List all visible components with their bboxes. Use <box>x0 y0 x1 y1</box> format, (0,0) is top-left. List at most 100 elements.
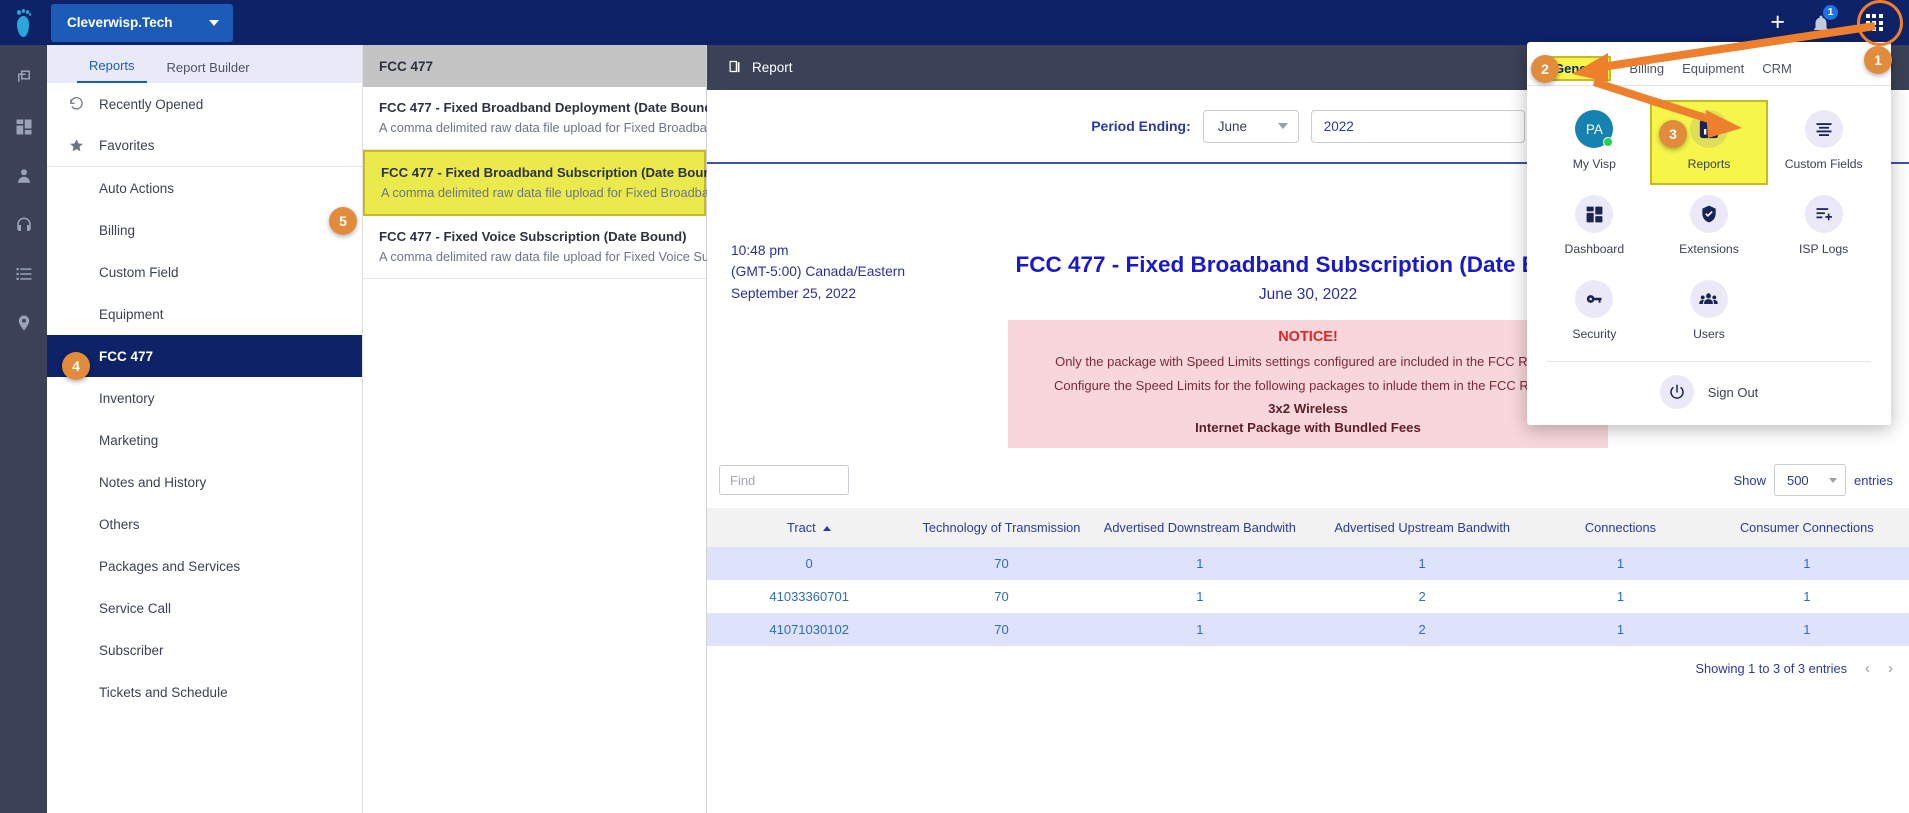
cell-consumer-connections: 1 <box>1803 622 1811 638</box>
align-lines-icon <box>1804 110 1843 148</box>
report-description: A comma delimited raw data file upload f… <box>379 120 793 135</box>
table-row[interactable]: 41033360701 70 1 2 1 1 <box>707 580 1909 613</box>
table-footer: Showing 1 to 3 of 3 entries ‹ › <box>707 646 1909 677</box>
add-new-button[interactable]: + <box>1770 10 1785 35</box>
headset-icon[interactable] <box>13 214 35 236</box>
sidebar-item-service-call[interactable]: Service Call <box>47 587 362 629</box>
sidebar-item-others[interactable]: Others <box>47 503 362 545</box>
sidebar-item-inventory[interactable]: Inventory <box>47 377 362 419</box>
app-grid-button[interactable] <box>1861 10 1887 36</box>
app-my-visp[interactable]: PA My Visp <box>1537 102 1652 183</box>
cell-tract: 0 <box>805 556 813 572</box>
cell-connections: 1 <box>1616 589 1625 605</box>
tenant-selector-button[interactable]: Cleverwisp.Tech <box>51 3 233 42</box>
col-downstream[interactable]: Advertised Downstream Bandwith <box>1091 508 1308 548</box>
report-title: FCC 477 - Fixed Voice Subscription (Date… <box>379 229 687 244</box>
notice-title: NOTICE! <box>1278 329 1338 345</box>
app-isp-logs[interactable]: ISP Logs <box>1766 187 1881 268</box>
bar-chart-icon <box>1689 110 1728 148</box>
dashboard-icon[interactable] <box>13 116 35 138</box>
app-root: Cleverwisp.Tech + 1 Reports Report Build… <box>0 0 1909 813</box>
copy-icon[interactable] <box>13 67 35 89</box>
app-dashboard[interactable]: Dashboard <box>1537 187 1652 268</box>
report-list-item-voice-subscription[interactable]: FCC 477 - Fixed Voice Subscription (Date… <box>363 216 764 279</box>
app-logo[interactable] <box>0 0 47 45</box>
table-row[interactable]: 41071030102 70 1 2 1 1 <box>707 613 1909 647</box>
sidebar-item-subscriber[interactable]: Subscriber <box>47 629 362 671</box>
entries-select[interactable]: 500 <box>1773 464 1846 496</box>
notifications-button[interactable]: 1 <box>1811 3 1839 36</box>
cell-tract: 41071030102 <box>769 622 849 638</box>
sidebar-item-billing[interactable]: Billing <box>47 209 362 251</box>
col-consumer-connections[interactable]: Consumer Connections <box>1704 508 1909 548</box>
list-plus-icon <box>1804 195 1843 233</box>
col-label: Tract <box>787 520 816 535</box>
sidebar-item-recently-opened[interactable]: Recently Opened <box>47 83 362 125</box>
report-title: FCC 477 - Fixed Broadband Deployment (Da… <box>379 100 717 115</box>
person-icon[interactable] <box>13 165 35 187</box>
report-title: FCC 477 - Fixed Broadband Subscription (… <box>381 165 724 180</box>
sidebar-item-tickets-and-schedule[interactable]: Tickets and Schedule <box>47 671 362 713</box>
tab-reports[interactable]: Reports <box>77 58 147 83</box>
col-technology[interactable]: Technology of Transmission <box>911 508 1092 548</box>
sidebar-item-label: Favorites <box>99 138 155 153</box>
app-menu-tab-equipment[interactable]: Equipment <box>1682 61 1744 85</box>
app-label: My Visp <box>1572 157 1616 171</box>
cell-technology: 70 <box>994 556 1009 572</box>
app-menu-dropdown: General Billing Equipment CRM PA My Visp… <box>1527 42 1891 425</box>
col-connections[interactable]: Connections <box>1536 508 1705 548</box>
sidebar-item-equipment[interactable]: Equipment <box>47 293 362 335</box>
col-upstream[interactable]: Advertised Upstream Bandwith <box>1307 508 1537 548</box>
sidebar-item-auto-actions[interactable]: Auto Actions <box>47 167 362 209</box>
cell-consumer-connections: 1 <box>1803 556 1811 572</box>
sidebar-item-marketing[interactable]: Marketing <box>47 419 362 461</box>
cell-connections: 1 <box>1616 622 1625 638</box>
app-reports[interactable]: Reports <box>1649 100 1769 185</box>
report-icon <box>727 59 742 77</box>
entries-select-value: 500 <box>1786 472 1809 488</box>
top-bar: Cleverwisp.Tech + 1 <box>0 0 1909 45</box>
sidebar-item-notes-and-history[interactable]: Notes and History <box>47 461 362 503</box>
col-tract[interactable]: Tract <box>707 508 912 548</box>
showing-entries-text: Showing 1 to 3 of 3 entries <box>1695 661 1847 677</box>
app-custom-fields[interactable]: Custom Fields <box>1766 102 1881 183</box>
table-row[interactable]: 0 70 1 1 1 1 <box>707 547 1909 581</box>
next-page-button[interactable]: › <box>1888 660 1893 677</box>
month-select[interactable]: June <box>1202 109 1299 143</box>
sidebar-item-packages-and-services[interactable]: Packages and Services <box>47 545 362 587</box>
list-icon[interactable] <box>13 263 35 285</box>
star-icon <box>69 138 99 153</box>
show-label: Show <box>1733 472 1766 488</box>
table-header-row: Tract Technology of Transmission Adverti… <box>707 508 1909 548</box>
app-extensions[interactable]: Extensions <box>1652 187 1767 268</box>
app-users[interactable]: Users <box>1652 272 1767 353</box>
period-ending-label: Period Ending: <box>1091 118 1191 134</box>
app-menu-tab-crm[interactable]: CRM <box>1762 61 1792 85</box>
app-security[interactable]: Security <box>1537 272 1652 353</box>
report-list-item-broadband-subscription[interactable]: FCC 477 - Fixed Broadband Subscription (… <box>363 150 797 216</box>
app-menu-grid: PA My Visp Reports Custom Fields Dashboa… <box>1527 86 1891 359</box>
map-pin-icon[interactable] <box>13 312 35 334</box>
notification-count-badge: 1 <box>1822 3 1839 21</box>
find-input[interactable]: Find <box>719 465 849 495</box>
app-grid-icon <box>1865 14 1883 31</box>
cell-tract: 41033360701 <box>769 589 849 605</box>
app-menu-tab-general[interactable]: General <box>1545 56 1612 81</box>
sign-out-button[interactable]: Sign Out <box>1527 362 1891 425</box>
table-toolbar: Find Show 500 entries <box>707 448 1909 496</box>
prev-page-button[interactable]: ‹ <box>1865 660 1870 677</box>
avatar-pa-icon: PA <box>1575 110 1614 148</box>
top-bar-actions: + 1 <box>1770 3 1909 36</box>
cell-connections: 1 <box>1616 556 1625 572</box>
sidebar-item-favorites[interactable]: Favorites <box>47 125 362 167</box>
tab-report-builder[interactable]: Report Builder <box>155 60 262 83</box>
app-label: Security <box>1572 327 1617 341</box>
report-list-item-deployment[interactable]: FCC 477 - Fixed Broadband Deployment (Da… <box>363 87 793 150</box>
chevron-down-icon <box>209 19 219 26</box>
cell-consumer-connections: 1 <box>1803 589 1811 605</box>
year-input[interactable]: 2022 <box>1310 109 1525 143</box>
avatar-initials: PA <box>1585 121 1603 137</box>
sidebar-item-fcc-477[interactable]: FCC 477 <box>47 335 362 377</box>
sidebar-item-custom-field[interactable]: Custom Field <box>47 251 362 293</box>
app-menu-tab-billing[interactable]: Billing <box>1629 61 1664 85</box>
